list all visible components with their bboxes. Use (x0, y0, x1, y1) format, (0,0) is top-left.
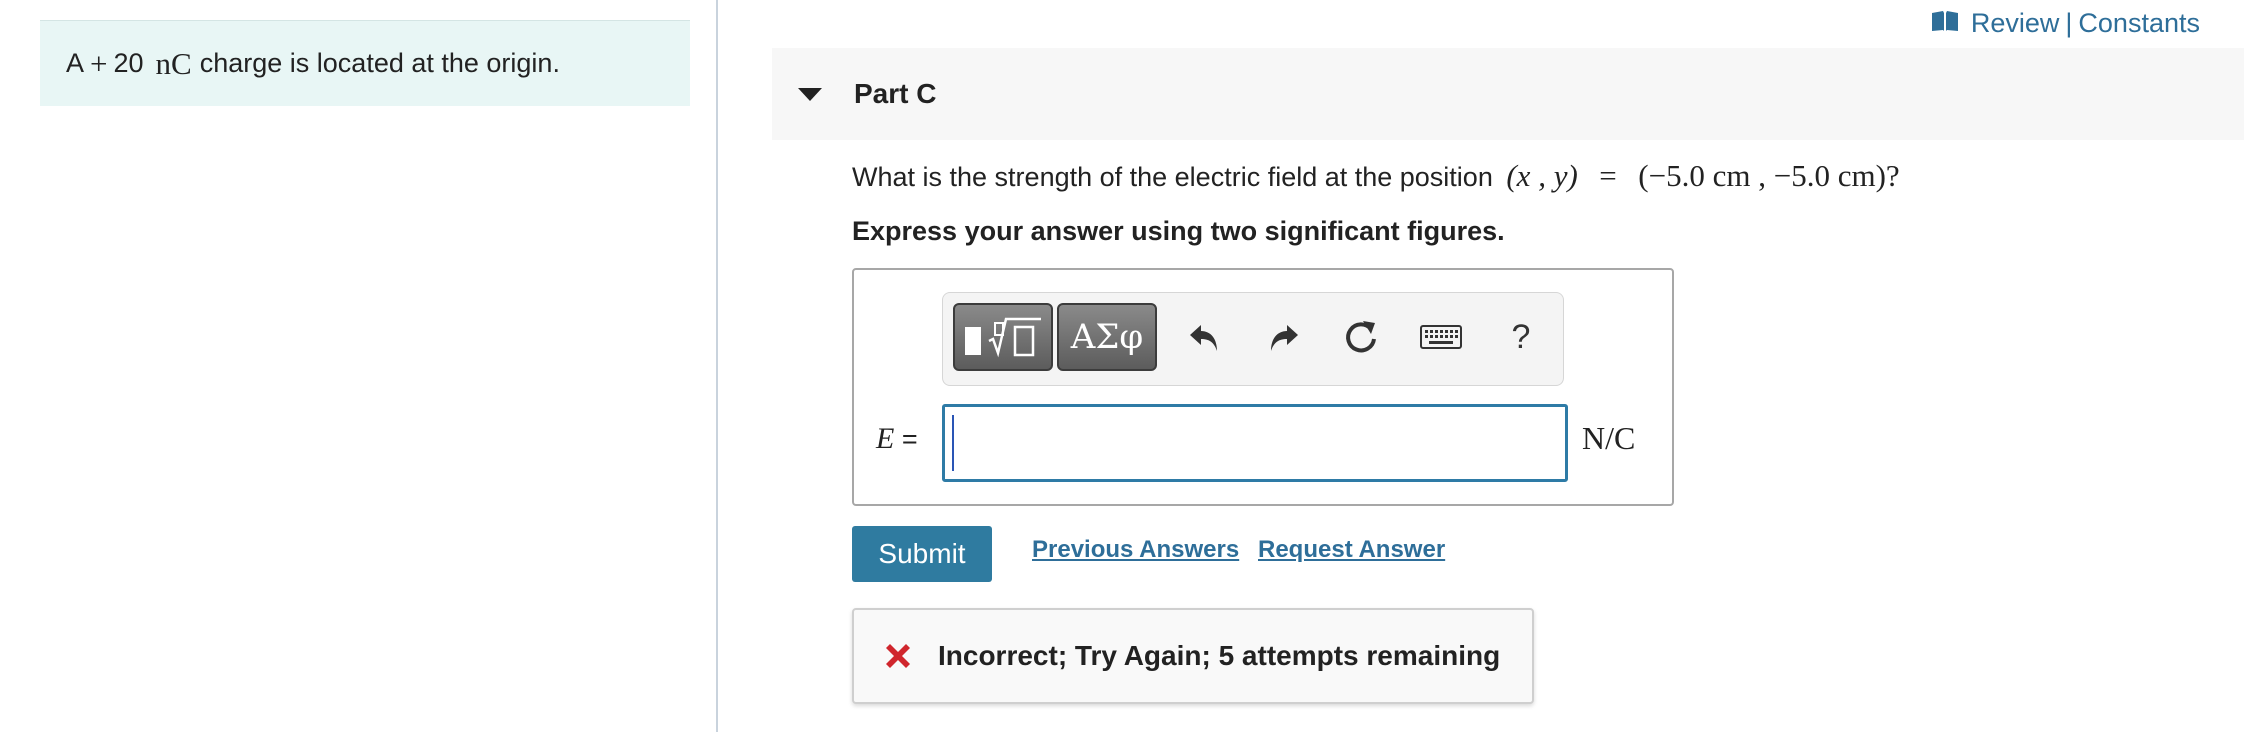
keyboard-icon[interactable] (1419, 315, 1463, 359)
feedback-message-box: Incorrect; Try Again; 5 attempts remaini… (852, 608, 1534, 704)
caret-down-icon[interactable] (798, 87, 822, 101)
variable-equals: = (901, 424, 918, 454)
question-position: (−5.0 cm , −5.0 cm) (1638, 158, 1886, 193)
book-icon (1931, 8, 1959, 39)
constants-link[interactable]: Constants (2078, 8, 2200, 39)
link-separator: | (2065, 7, 2073, 38)
variable-name: E (876, 422, 895, 455)
templates-icon (965, 317, 1041, 358)
request-answer-link[interactable]: Request Answer (1258, 536, 1445, 564)
intro-plus: + (90, 45, 108, 81)
question-text: What is the strength of the electric fie… (852, 158, 1900, 194)
math-toolbar: ΑΣφ ? (942, 292, 1564, 386)
text-cursor (952, 415, 954, 471)
intro-prefix: A (66, 48, 85, 78)
review-constants-links: Review | Constants (1931, 6, 2200, 40)
help-button[interactable]: ? (1499, 315, 1543, 359)
greek-symbols-button[interactable]: ΑΣφ (1057, 303, 1157, 371)
reset-icon[interactable] (1339, 315, 1383, 359)
question-mark: ? (1885, 158, 1900, 193)
previous-answers-link[interactable]: Previous Answers (1032, 536, 1239, 564)
answer-panel: ΑΣφ ? E = N/C (852, 268, 1674, 506)
problem-intro-pane: A + 20 nC charge is located at the origi… (0, 0, 718, 732)
feedback-text: Incorrect; Try Again; 5 attempts remaini… (938, 640, 1501, 671)
answer-instruction: Express your answer using two significan… (852, 216, 1505, 246)
part-header[interactable]: Part C (772, 48, 2244, 140)
answer-input[interactable] (942, 404, 1568, 482)
question-prompt: What is the strength of the electric fie… (852, 162, 1493, 192)
intro-unit: nC (155, 45, 192, 81)
question-equals: = (1599, 158, 1617, 193)
undo-icon[interactable] (1183, 315, 1227, 359)
intro-value: 20 (113, 48, 144, 78)
answer-variable-label: E = (876, 422, 918, 456)
templates-button[interactable] (953, 303, 1053, 371)
part-title: Part C (854, 78, 937, 109)
error-x-icon (882, 640, 914, 672)
intro-suffix: charge is located at the origin. (199, 48, 560, 78)
problem-intro: A + 20 nC charge is located at the origi… (40, 20, 690, 106)
submit-button[interactable]: Submit (852, 526, 992, 582)
question-coords: (x , y) (1506, 158, 1578, 193)
review-link[interactable]: Review (1971, 8, 2060, 39)
redo-icon[interactable] (1261, 315, 1305, 359)
answer-units: N/C (1582, 420, 1636, 456)
